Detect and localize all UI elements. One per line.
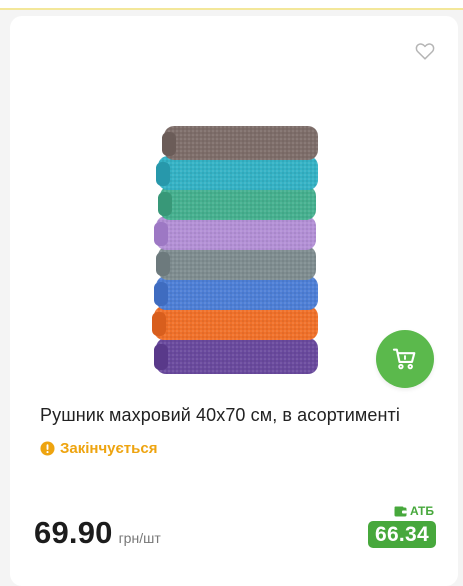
price-value: 69.90 [34, 515, 113, 550]
towel-mint [158, 186, 316, 220]
club-label: АТБ [368, 504, 436, 518]
exclamation-circle-icon [40, 441, 55, 456]
product-image[interactable] [152, 122, 322, 382]
product-card[interactable]: Рушник махровий 40х70 см, в асортименті … [10, 16, 458, 586]
towel-turquoise [156, 156, 318, 190]
price-unit: грн/шт [118, 530, 161, 546]
add-to-cart-button[interactable] [376, 330, 434, 388]
towel-blue [154, 276, 318, 310]
club-price-value: 66.34 [368, 521, 436, 548]
towel-lilac [154, 216, 316, 250]
towel-stack-image [152, 126, 318, 374]
towel-purple [154, 338, 318, 374]
favorite-button[interactable] [414, 40, 436, 62]
heart-outline-icon [415, 43, 435, 60]
product-title[interactable]: Рушник махровий 40х70 см, в асортименті [40, 405, 440, 426]
shopping-cart-icon [392, 348, 416, 370]
towel-grey [156, 246, 316, 280]
price-block: 69.90 грн/шт [34, 515, 161, 551]
club-price-block: АТБ 66.34 [368, 504, 436, 548]
wallet-icon [394, 506, 407, 516]
top-bar-strip [0, 0, 463, 10]
stock-status-label: Закінчується [60, 440, 158, 457]
stock-status: Закінчується [40, 440, 157, 457]
towel-brown [162, 126, 318, 160]
towel-orange [152, 306, 318, 340]
club-label-text: АТБ [409, 504, 434, 518]
